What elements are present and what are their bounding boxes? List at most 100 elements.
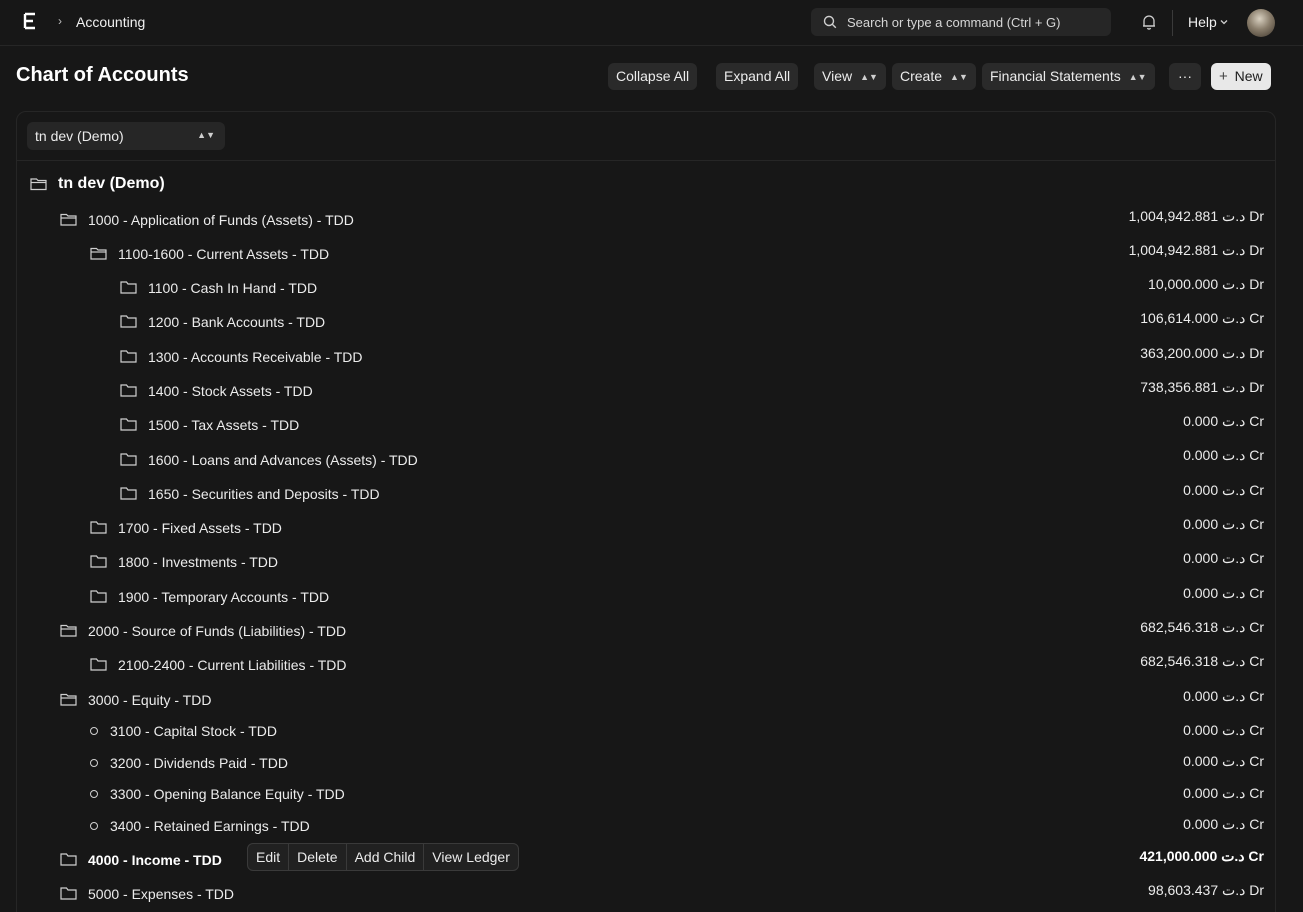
account-balance: 0.000 د.ت Cr (1183, 785, 1264, 801)
account-balance: 363,200.000 د.ت Dr (1140, 345, 1264, 361)
account-label: 1200 - Bank Accounts - TDD (148, 314, 326, 330)
account-balance: 0.000 د.ت Cr (1183, 753, 1264, 769)
account-balance: 682,546.318 د.ت Cr (1140, 619, 1264, 635)
collapse-all-button[interactable]: Collapse All (608, 63, 698, 90)
folder-icon (90, 521, 107, 534)
chevron-right-icon: › (58, 14, 62, 28)
account-balance: 0.000 د.ت Cr (1183, 816, 1264, 832)
account-label: 1500 - Tax Assets - TDD (148, 417, 300, 433)
delete-button[interactable]: Delete (289, 844, 347, 870)
account-balance: 0.000 د.ت Cr (1183, 722, 1264, 738)
account-balance: 0.000 د.ت Cr (1183, 482, 1264, 498)
folder-icon (90, 590, 107, 603)
leaf-node-icon (90, 727, 98, 735)
folder-icon (120, 315, 137, 328)
updown-chevron-icon: ▲▼ (1128, 72, 1147, 82)
account-balance: 738,356.881 د.ت Dr (1140, 379, 1264, 395)
account-label: 1800 - Investments - TDD (118, 554, 279, 570)
account-label: 5000 - Expenses - TDD (88, 886, 235, 902)
account-label: 2100-2400 - Current Liabilities - TDD (118, 657, 347, 673)
account-label: 1100-1600 - Current Assets - TDD (118, 246, 330, 262)
new-label: New (1234, 68, 1263, 84)
company-select[interactable]: tn dev (Demo) ▲▼ (27, 122, 225, 150)
plus-icon: + (1219, 68, 1228, 85)
new-button[interactable]: + New (1211, 63, 1271, 90)
account-label: 3400 - Retained Earnings - TDD (110, 818, 310, 834)
account-label: 4000 - Income - TDD (88, 852, 222, 868)
account-balance: 0.000 د.ت Cr (1183, 585, 1264, 601)
edit-button[interactable]: Edit (248, 844, 290, 870)
view-dropdown[interactable]: View ▲▼ (814, 63, 886, 90)
folder-icon (60, 853, 77, 866)
account-balance: 0.000 د.ت Cr (1183, 550, 1264, 566)
account-balance: 1,004,942.881 د.ت Dr (1128, 208, 1264, 224)
folder-icon (120, 384, 137, 397)
account-balance: 0.000 د.ت Cr (1183, 688, 1264, 704)
search-input[interactable]: Search or type a command (Ctrl + G) (811, 8, 1111, 36)
add-child-button[interactable]: Add Child (347, 844, 425, 870)
app-logo-icon[interactable] (23, 12, 39, 32)
account-balance: 0.000 د.ت Cr (1183, 413, 1264, 429)
updown-chevron-icon: ▲▼ (860, 72, 878, 82)
folder-icon (120, 487, 137, 500)
notification-bell-icon[interactable] (1140, 13, 1158, 31)
account-balance: 98,603.437 د.ت Dr (1148, 882, 1264, 898)
folder-icon (90, 658, 107, 671)
folder-icon (120, 281, 137, 294)
top-navbar: › Accounting Search or type a command (C… (0, 0, 1303, 46)
user-avatar[interactable] (1247, 9, 1275, 37)
more-options-button[interactable]: ··· (1169, 63, 1201, 90)
account-balance: 0.000 د.ت Cr (1183, 447, 1264, 463)
more-icon: ··· (1178, 68, 1192, 84)
updown-chevron-icon: ▲▼ (950, 72, 968, 82)
navbar-divider (1172, 10, 1173, 36)
financial-statements-dropdown[interactable]: Financial Statements ▲▼ (982, 63, 1155, 90)
account-label: 1650 - Securities and Deposits - TDD (148, 486, 380, 502)
folder-icon (120, 350, 137, 363)
folder-icon (90, 555, 107, 568)
folder-open-icon (60, 213, 77, 226)
expand-all-label: Expand All (724, 68, 791, 84)
expand-all-button[interactable]: Expand All (716, 63, 799, 90)
view-label: View (822, 68, 853, 84)
breadcrumb-accounting[interactable]: Accounting (76, 14, 145, 30)
leaf-node-icon (90, 822, 98, 830)
account-label: 1400 - Stock Assets - TDD (148, 383, 313, 399)
account-label: 1100 - Cash In Hand - TDD (148, 280, 318, 296)
account-label: 3100 - Capital Stock - TDD (110, 723, 278, 739)
company-select-value: tn dev (Demo) (35, 128, 124, 144)
panel-divider (17, 160, 1275, 161)
row-action-bar: Edit Delete Add Child View Ledger (247, 843, 519, 871)
account-label: 1000 - Application of Funds (Assets) - T… (88, 212, 354, 228)
help-menu[interactable]: Help (1188, 14, 1217, 30)
account-label: 1900 - Temporary Accounts - TDD (118, 589, 330, 605)
financial-statements-label: Financial Statements (990, 68, 1121, 84)
collapse-all-label: Collapse All (616, 68, 690, 84)
search-placeholder: Search or type a command (Ctrl + G) (847, 15, 1061, 30)
search-icon (823, 15, 837, 29)
account-label: 1600 - Loans and Advances (Assets) - TDD (148, 452, 418, 468)
chevron-down-icon[interactable] (1219, 17, 1229, 27)
account-label: 1700 - Fixed Assets - TDD (118, 520, 282, 536)
view-ledger-button[interactable]: View Ledger (424, 844, 518, 870)
account-label: 3000 - Equity - TDD (88, 692, 212, 708)
account-label: 2000 - Source of Funds (Liabilities) - T… (88, 623, 347, 639)
page-title: Chart of Accounts (16, 64, 189, 86)
folder-icon (120, 418, 137, 431)
create-dropdown[interactable]: Create ▲▼ (892, 63, 976, 90)
folder-icon (60, 887, 77, 900)
folder-open-icon (30, 178, 47, 191)
folder-open-icon (60, 624, 77, 637)
account-balance: 10,000.000 د.ت Dr (1148, 276, 1264, 292)
folder-open-icon (90, 247, 107, 260)
leaf-node-icon (90, 759, 98, 767)
folder-icon (120, 453, 137, 466)
account-balance: 682,546.318 د.ت Cr (1140, 653, 1264, 669)
account-label: 3200 - Dividends Paid - TDD (110, 755, 288, 771)
create-label: Create (900, 68, 943, 84)
leaf-node-icon (90, 790, 98, 798)
tree-root-label: tn dev (Demo) (58, 175, 165, 192)
account-balance: 106,614.000 د.ت Cr (1140, 310, 1264, 326)
account-balance: 1,004,942.881 د.ت Dr (1128, 242, 1264, 258)
account-balance: 421,000.000 د.ت Cr (1139, 848, 1264, 864)
